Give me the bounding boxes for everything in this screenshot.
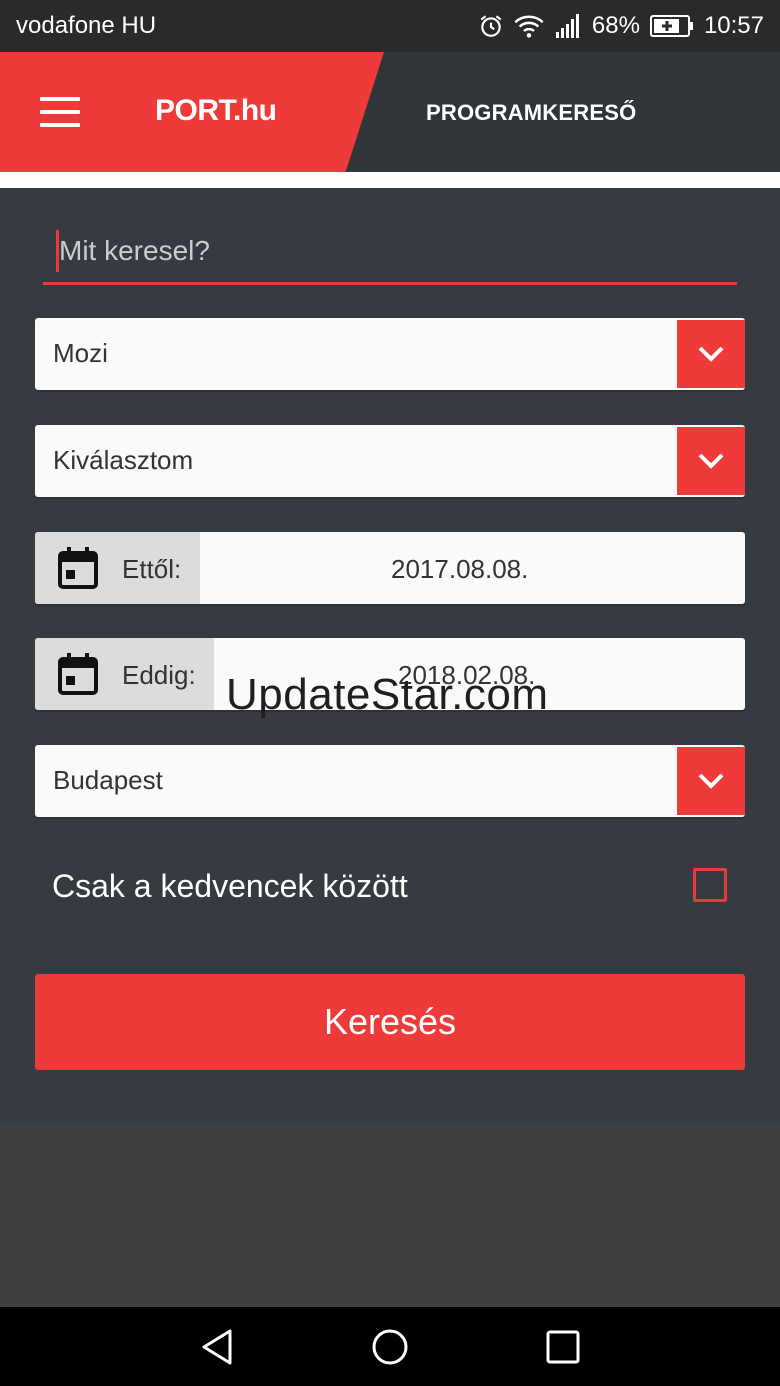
signal-icon: [555, 14, 579, 38]
search-input[interactable]: [57, 226, 721, 276]
carrier-name: vodafone HU: [16, 12, 157, 39]
home-icon[interactable]: [370, 1327, 410, 1367]
date-to-field[interactable]: Eddig: 2018.02.08.: [35, 638, 745, 710]
search-form: Mozi Kiválasztom Ettől: 2017.08.08.: [0, 188, 780, 1123]
favorites-checkbox[interactable]: [693, 868, 727, 902]
battery-charging-icon: [649, 15, 693, 37]
chevron-down-icon: [698, 773, 724, 789]
category-value: Mozi: [53, 338, 108, 368]
clock: 10:57: [703, 12, 764, 39]
status-icons: 68% 10:57: [478, 12, 764, 40]
city-select[interactable]: Budapest: [35, 745, 745, 817]
date-from-label: Ettől:: [122, 554, 182, 584]
date-to-label-box: Eddig:: [35, 638, 214, 710]
date-from-field[interactable]: Ettől: 2017.08.08.: [35, 532, 745, 604]
recents-icon[interactable]: [545, 1327, 581, 1367]
search-field[interactable]: [43, 218, 737, 285]
status-bar: vodafone HU 68% 10:57: [0, 0, 780, 52]
date-from-label-box: Ettől:: [35, 532, 200, 604]
alarm-icon: [480, 15, 502, 37]
subcategory-dropdown-button[interactable]: [677, 427, 745, 495]
city-dropdown-button[interactable]: [677, 747, 745, 815]
city-value: Budapest: [53, 765, 163, 795]
date-to-value: 2018.02.08.: [398, 660, 536, 690]
search-button[interactable]: Keresés: [35, 974, 745, 1070]
calendar-icon: [58, 547, 98, 589]
divider: [0, 172, 780, 188]
date-to-label: Eddig:: [122, 660, 196, 690]
system-nav-bar: [0, 1307, 780, 1386]
back-icon[interactable]: [198, 1327, 238, 1367]
menu-icon[interactable]: [40, 97, 80, 127]
category-select[interactable]: Mozi: [35, 318, 745, 390]
subcategory-value: Kiválasztom: [53, 445, 194, 475]
calendar-icon: [58, 653, 98, 695]
date-from-value: 2017.08.08.: [391, 554, 529, 584]
subcategory-select[interactable]: Kiválasztom: [35, 425, 745, 497]
favorites-label: Csak a kedvencek között: [52, 868, 408, 904]
chevron-down-icon: [698, 453, 724, 469]
chevron-down-icon: [698, 346, 724, 362]
page-title: PROGRAMKERESŐ: [426, 100, 637, 125]
category-dropdown-button[interactable]: [677, 320, 745, 388]
logo[interactable]: PORT.hu: [155, 94, 277, 128]
battery-percent: 68%: [591, 12, 640, 39]
wifi-icon: [514, 15, 544, 38]
app-bar: PORT.hu PROGRAMKERESŐ: [0, 52, 780, 172]
